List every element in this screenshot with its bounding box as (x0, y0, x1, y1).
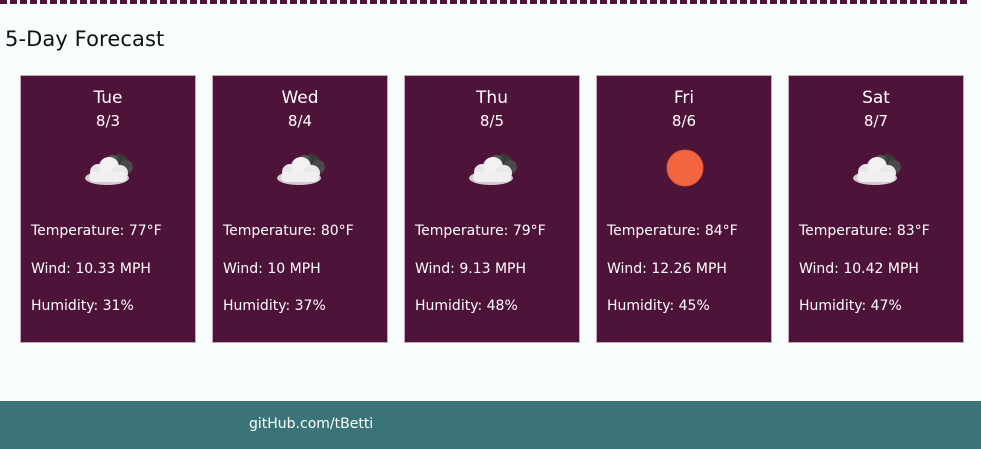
humidity-line: Humidity: 45% (607, 298, 710, 314)
humidity-value: 37% (294, 298, 326, 314)
cloudy-icon (273, 148, 329, 188)
forecast-day: Thu (476, 88, 508, 108)
wind-label: Wind: (607, 261, 652, 277)
humidity-label: Humidity: (415, 298, 487, 314)
forecast-card: Thu 8/5 Temperature: 79°F Wind: 9.13 MPH Hum… (404, 75, 580, 343)
wind-label: Wind: (31, 261, 76, 277)
temperature-value: 84°F (704, 223, 738, 239)
temperature-label: Temperature: (31, 223, 129, 239)
forecast-day: Sat (862, 88, 890, 108)
temperature-line: Temperature: 83°F (799, 223, 930, 239)
forecast-card: Wed 8/4 Temperature: 80°F Wind: 10 MPH Humid… (212, 75, 388, 343)
temperature-line: Temperature: 80°F (223, 223, 354, 239)
temperature-line: Temperature: 84°F (607, 223, 738, 239)
cloudy-icon (465, 148, 521, 188)
wind-value: 10.42 MPH (843, 261, 919, 277)
wind-value: 12.26 MPH (651, 261, 727, 277)
forecast-date: 8/4 (287, 112, 313, 130)
wind-label: Wind: (223, 261, 268, 277)
top-border (0, 0, 968, 4)
humidity-value: 31% (102, 298, 134, 314)
forecast-cards: Tue 8/3 Temperature: 77°F Wind: 10.33 MPH Hu… (20, 75, 964, 343)
forecast-day: Fri (673, 88, 695, 108)
humidity-label: Humidity: (223, 298, 295, 314)
wind-value: 10 MPH (267, 261, 321, 277)
wind-line: Wind: 12.26 MPH (607, 261, 727, 277)
wind-value: 9.13 MPH (459, 261, 527, 277)
forecast-date: 8/7 (863, 112, 889, 130)
humidity-value: 45% (678, 298, 710, 314)
cloudy-icon (81, 148, 137, 188)
sun-icon (657, 148, 713, 188)
forecast-date: 8/3 (95, 112, 121, 130)
humidity-line: Humidity: 47% (799, 298, 902, 314)
wind-line: Wind: 10 MPH (223, 261, 321, 277)
humidity-value: 47% (870, 298, 902, 314)
humidity-line: Humidity: 37% (223, 298, 326, 314)
github-link[interactable]: gitHub.com/tBetti (249, 416, 373, 432)
temperature-line: Temperature: 79°F (415, 223, 546, 239)
forecast-card: Sat 8/7 Temperature: 83°F Wind: 10.42 MPH Hu… (788, 75, 964, 343)
wind-value: 10.33 MPH (75, 261, 151, 277)
wind-label: Wind: (799, 261, 844, 277)
temperature-value: 83°F (896, 223, 930, 239)
forecast-date: 8/6 (671, 112, 697, 130)
humidity-line: Humidity: 48% (415, 298, 518, 314)
temperature-value: 80°F (320, 223, 354, 239)
wind-line: Wind: 10.33 MPH (31, 261, 151, 277)
forecast-heading: 5-Day Forecast (5, 27, 165, 51)
temperature-value: 79°F (512, 223, 546, 239)
forecast-day: Wed (281, 88, 319, 108)
temperature-label: Temperature: (799, 223, 897, 239)
wind-label: Wind: (415, 261, 460, 277)
wind-line: Wind: 9.13 MPH (415, 261, 526, 277)
humidity-label: Humidity: (607, 298, 679, 314)
temperature-label: Temperature: (415, 223, 513, 239)
humidity-label: Humidity: (31, 298, 103, 314)
forecast-card: Tue 8/3 Temperature: 77°F Wind: 10.33 MPH Hu… (20, 75, 196, 343)
wind-line: Wind: 10.42 MPH (799, 261, 919, 277)
temperature-label: Temperature: (223, 223, 321, 239)
humidity-value: 48% (486, 298, 518, 314)
temperature-line: Temperature: 77°F (31, 223, 162, 239)
humidity-line: Humidity: 31% (31, 298, 134, 314)
forecast-day: Tue (93, 88, 123, 108)
forecast-card: Fri 8/6 Temperature: 84°F Wind: 12.26 MPH Hu… (596, 75, 772, 343)
forecast-date: 8/5 (479, 112, 505, 130)
temperature-label: Temperature: (607, 223, 705, 239)
cloudy-icon (849, 148, 905, 188)
temperature-value: 77°F (128, 223, 162, 239)
humidity-label: Humidity: (799, 298, 871, 314)
footer: gitHub.com/tBetti (0, 401, 981, 449)
